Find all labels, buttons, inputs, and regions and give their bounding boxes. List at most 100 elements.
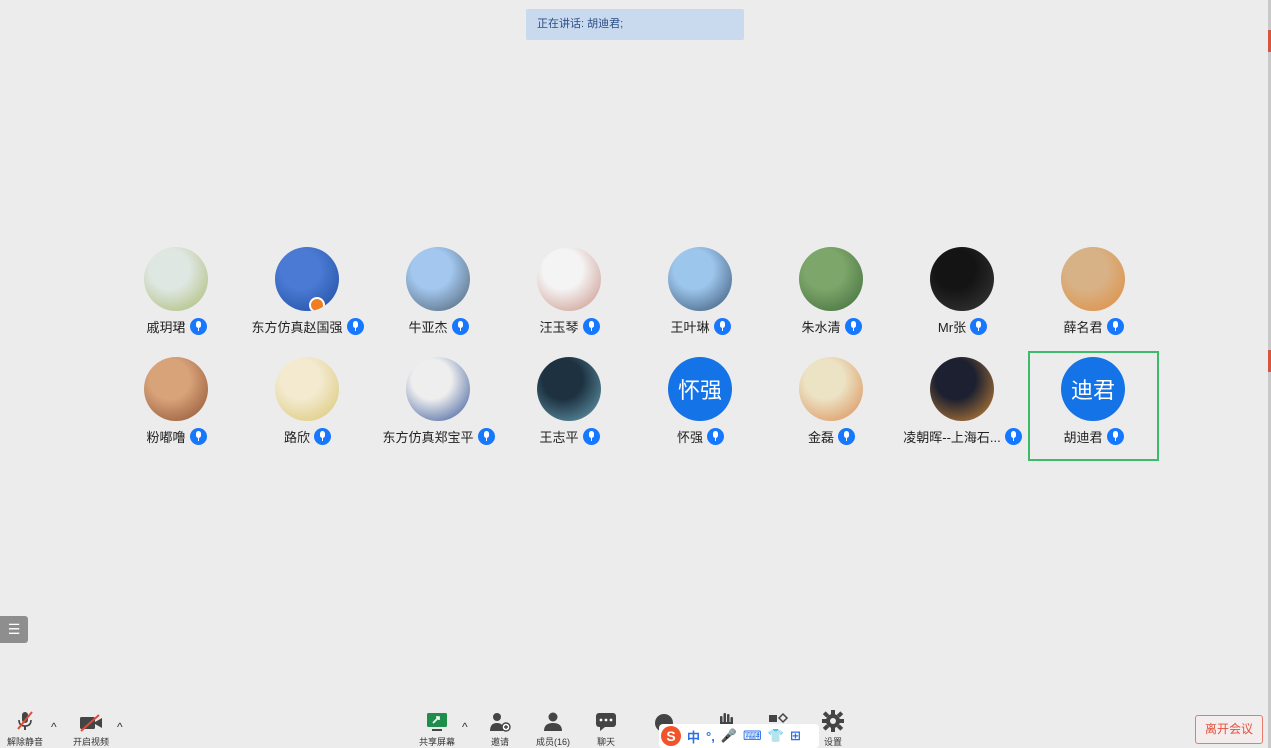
participant-name-row: 金磊 xyxy=(766,427,897,446)
participant-name: 朱水清 xyxy=(801,320,841,335)
participant-tile[interactable]: 朱水清 xyxy=(766,241,897,351)
participant-name-row: 王叶琳 xyxy=(635,317,766,336)
participant-tile[interactable]: 牛亚杰 xyxy=(373,241,504,351)
participant-tile[interactable]: 东方仿真赵国强 xyxy=(242,241,373,351)
ime-skin-icon[interactable]: 👕 xyxy=(768,728,784,744)
screen-share-icon xyxy=(427,713,447,731)
participant-name: 粉嘟噜 xyxy=(146,430,186,445)
participant-tile[interactable]: 金磊 xyxy=(766,351,897,461)
participant-tile[interactable]: 王叶琳 xyxy=(635,241,766,351)
participant-tile-active-speaker[interactable]: 迪君 胡迪君 xyxy=(1028,351,1159,461)
participant-avatar xyxy=(275,247,339,311)
sogou-logo-icon[interactable]: S xyxy=(661,726,681,746)
ime-voice-icon[interactable]: 🎤 xyxy=(721,728,737,744)
unmute-label: 解除静音 xyxy=(6,737,43,747)
meeting-toolbar: 解除静音 ^ 开启视频 ^ 共享屏幕 ^ 邀请 成员(16) 聊天 设置 xyxy=(0,706,1271,748)
participant-avatar xyxy=(668,247,732,311)
microphone-status-icon xyxy=(346,318,364,335)
microphone-status-icon xyxy=(477,428,495,445)
participant-avatar xyxy=(406,357,470,421)
microphone-muted-icon xyxy=(17,711,33,730)
participant-name: 王叶琳 xyxy=(670,320,710,335)
participant-avatar xyxy=(537,247,601,311)
participant-avatar xyxy=(930,357,994,421)
microphone-status-icon xyxy=(1106,428,1124,445)
participant-name: 胡迪君 xyxy=(1063,430,1103,445)
add-user-icon xyxy=(490,713,511,732)
microphone-status-icon xyxy=(844,318,862,335)
participant-name-row: 朱水清 xyxy=(766,317,897,336)
participant-avatar: 怀强 xyxy=(668,357,732,421)
members-label: 成员(16) xyxy=(535,737,570,747)
participant-name-row: 凌朝晖--上海石... xyxy=(897,427,1028,446)
participant-name-row: 王志平 xyxy=(504,427,635,446)
participant-tile[interactable]: Mr张 xyxy=(897,241,1028,351)
participant-tile[interactable]: 戚玥珺 xyxy=(111,241,242,351)
chat-label: 聊天 xyxy=(596,737,615,747)
leave-meeting-button[interactable]: 离开会议 xyxy=(1195,715,1263,744)
chat-button[interactable]: 聊天 xyxy=(592,706,620,748)
participant-name-row: 牛亚杰 xyxy=(373,317,504,336)
side-panel-toggle[interactable]: ☰ xyxy=(0,616,28,643)
participant-name-row: 怀强 xyxy=(635,427,766,446)
participant-avatar xyxy=(1061,247,1125,311)
participant-name: 东方仿真郑宝平 xyxy=(382,430,474,445)
participant-name: 王志平 xyxy=(539,430,579,445)
participant-avatar xyxy=(799,247,863,311)
microphone-status-icon xyxy=(1004,428,1022,445)
video-options-caret[interactable]: ^ xyxy=(117,720,123,734)
participant-name: 怀强 xyxy=(676,430,703,445)
participant-tile[interactable]: 汪玉琴 xyxy=(504,241,635,351)
share-screen-label: 共享屏幕 xyxy=(418,737,455,747)
participant-name: 金磊 xyxy=(807,430,834,445)
participant-avatar xyxy=(144,247,208,311)
gear-icon xyxy=(822,710,844,732)
microphone-status-icon xyxy=(451,318,469,335)
participant-name: Mr张 xyxy=(937,320,967,335)
participant-tile[interactable]: 路欣 xyxy=(242,351,373,461)
start-video-button[interactable]: 开启视频 xyxy=(70,706,112,748)
list-icon: ☰ xyxy=(7,621,21,637)
ime-keyboard-icon[interactable]: ⌨ xyxy=(743,728,762,744)
participant-name: 凌朝晖--上海石... xyxy=(903,430,1001,445)
participant-name: 东方仿真赵国强 xyxy=(251,320,343,335)
participant-tile[interactable]: 粉嘟噜 xyxy=(111,351,242,461)
participant-tile[interactable]: 凌朝晖--上海石... xyxy=(897,351,1028,461)
ime-toolbar[interactable]: S 中 °, 🎤 ⌨ 👕 ⊞ xyxy=(659,724,819,748)
participant-name: 汪玉琴 xyxy=(539,320,579,335)
participant-avatar xyxy=(144,357,208,421)
share-options-caret[interactable]: ^ xyxy=(462,720,468,734)
ime-chinese-mode[interactable]: 中 xyxy=(687,727,700,746)
participant-avatar: 迪君 xyxy=(1061,357,1125,421)
participant-tile[interactable]: 薛名君 xyxy=(1028,241,1159,351)
share-screen-button[interactable]: 共享屏幕 xyxy=(416,706,458,748)
members-button[interactable]: 成员(16) xyxy=(532,706,574,748)
participant-name-row: Mr张 xyxy=(897,317,1028,336)
participant-name-row: 路欣 xyxy=(242,427,373,446)
participant-name-row: 汪玉琴 xyxy=(504,317,635,336)
participant-avatar xyxy=(275,357,339,421)
settings-label: 设置 xyxy=(823,737,842,747)
invite-label: 邀请 xyxy=(490,737,509,747)
participant-tile[interactable]: 怀强 怀强 xyxy=(635,351,766,461)
microphone-status-icon xyxy=(582,428,600,445)
participant-name: 薛名君 xyxy=(1063,320,1103,335)
participant-name-row: 东方仿真赵国强 xyxy=(242,317,373,336)
participant-tile[interactable]: 东方仿真郑宝平 xyxy=(373,351,504,461)
microphone-status-icon xyxy=(582,318,600,335)
invite-button[interactable]: 邀请 xyxy=(486,706,514,748)
participant-avatar xyxy=(537,357,601,421)
microphone-status-icon xyxy=(707,428,724,445)
participant-name-row: 戚玥珺 xyxy=(111,317,242,336)
unmute-button[interactable]: 解除静音 xyxy=(4,706,46,748)
start-video-label: 开启视频 xyxy=(72,737,109,747)
microphone-status-icon xyxy=(713,318,731,335)
participant-tile[interactable]: 王志平 xyxy=(504,351,635,461)
ime-punctuation-icon[interactable]: °, xyxy=(706,729,715,744)
ime-toolbox-icon[interactable]: ⊞ xyxy=(790,728,801,744)
settings-button[interactable]: 设置 xyxy=(820,706,846,748)
participant-name-row: 薛名君 xyxy=(1028,317,1159,336)
microphone-status-icon xyxy=(970,318,988,335)
camera-off-icon xyxy=(80,714,102,732)
audio-options-caret[interactable]: ^ xyxy=(51,720,57,734)
